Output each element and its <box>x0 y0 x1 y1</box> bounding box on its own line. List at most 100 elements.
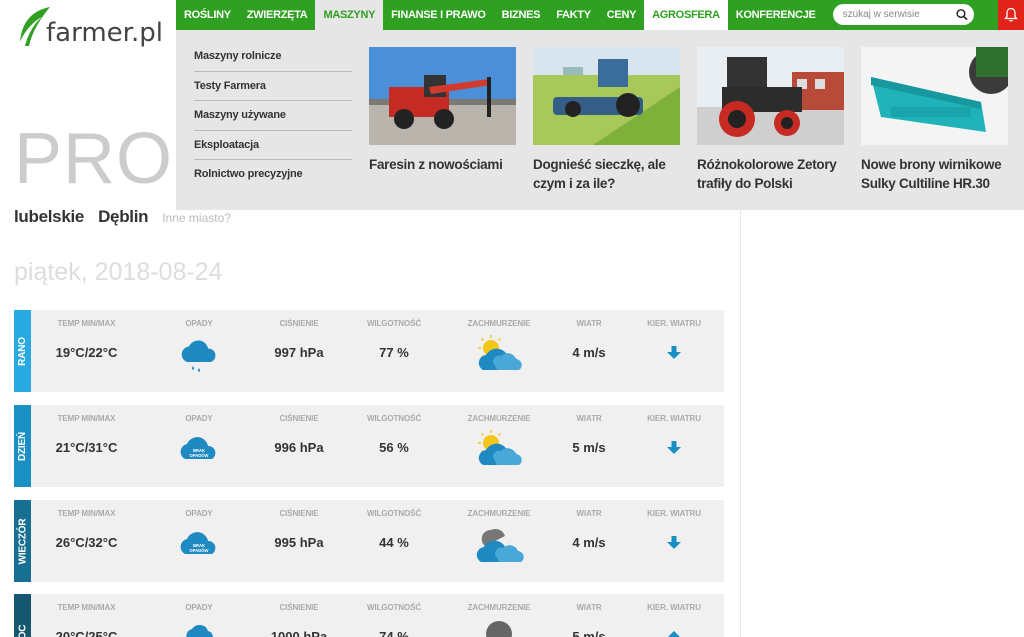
time-of-day-label: WIECZÓR <box>14 500 31 582</box>
nav-maszyny[interactable]: MASZYNY <box>315 0 384 30</box>
article-image-telehandler[interactable] <box>369 47 516 145</box>
column-rain: OPADY <box>154 594 244 637</box>
region-link[interactable]: lubelskie <box>14 207 84 227</box>
column-clouds: ZACHMURZENIE <box>454 594 544 637</box>
article-title[interactable]: Dognieść sieczkę, ale czym i za ile? <box>533 155 680 193</box>
nav-biznes[interactable]: BIZNES <box>494 0 549 30</box>
wind-dir-icon-wrap <box>639 346 709 360</box>
location-bar: lubelskie Dęblin Inne miasto? <box>14 207 231 227</box>
submenu-maszyny-rolnicze[interactable]: Maszyny rolnicze <box>194 42 352 72</box>
column-header: ZACHMURZENIE <box>467 603 531 612</box>
time-of-day-text: WIECZÓR <box>17 518 29 564</box>
value-humidity: 74 % <box>379 629 409 637</box>
column-header: ZACHMURZENIE <box>467 509 531 518</box>
cloud-icon-wrap <box>454 429 544 469</box>
column-header: WILGOTNOŚĆ <box>366 414 422 423</box>
column-rain: OPADY BRAK OPADÓW <box>154 405 244 487</box>
column-header: ZACHMURZENIE <box>467 414 531 423</box>
column-pressure: CIŚNIENIE 997 hPa <box>259 310 339 392</box>
column-header: CIŚNIENIE <box>279 509 319 518</box>
article-card[interactable]: Faresin z nowościami <box>369 47 516 193</box>
sidebar-divider <box>740 210 741 637</box>
article-card[interactable]: Dognieść sieczkę, ale czym i za ile? <box>533 47 680 193</box>
submenu-rolnictwo-precyzyjne[interactable]: Rolnictwo precyzyjne <box>194 160 352 190</box>
main-navigation: ROŚLINY ZWIERZĘTA MASZYNY FINANSE I PRAW… <box>176 0 1024 30</box>
nav-konferencje[interactable]: KONFERENCJE <box>728 0 824 30</box>
no-rain-cloud-icon: BRAKOPADÓW <box>180 437 216 459</box>
article-title[interactable]: Faresin z nowościami <box>369 155 516 174</box>
value-wind: 5 m/s <box>572 629 606 637</box>
wind-direction-arrow-icon <box>667 441 681 454</box>
column-humidity: WILGOTNOŚĆ 44 % <box>354 500 434 582</box>
value-humidity: 77 % <box>379 345 409 360</box>
article-image-harrow[interactable] <box>861 47 1008 145</box>
article-title[interactable]: Nowe brony wirnikowe Sulky Cultiline HR.… <box>861 155 1008 193</box>
article-title[interactable]: Różnokolorowe Zetory trafiły do Polski <box>697 155 844 193</box>
rain-icon-wrap: BRAK OPADÓW <box>154 528 244 558</box>
search-input[interactable] <box>842 9 956 20</box>
rain-cloud-icon <box>181 340 216 372</box>
search-box <box>832 4 974 25</box>
nav-agrosfera[interactable]: AGROSFERA <box>644 0 728 30</box>
submenu: Maszyny rolnicze Testy Farmera Maszyny u… <box>194 42 352 190</box>
night-cloud-icon <box>486 621 512 637</box>
submenu-eksploatacja[interactable]: Eksploatacja <box>194 131 352 160</box>
column-header: OPADY <box>185 414 213 423</box>
article-image-zetor[interactable] <box>697 47 844 145</box>
article-card[interactable]: Nowe brony wirnikowe Sulky Cultiline HR.… <box>861 47 1008 193</box>
article-image-roller[interactable] <box>533 47 680 145</box>
time-of-day-label: NOC <box>14 594 31 637</box>
submenu-maszyny-uzywane[interactable]: Maszyny używane <box>194 101 352 131</box>
column-clouds: ZACHMURZENIE <box>454 500 544 582</box>
value-wind: 4 m/s <box>572 345 606 360</box>
column-header: WILGOTNOŚĆ <box>366 509 422 518</box>
value-pressure: 996 hPa <box>274 440 324 455</box>
wind-direction-arrow-icon <box>668 631 680 637</box>
farmer-logo[interactable]: farmer.pl <box>16 4 166 50</box>
column-pressure: CIŚNIENIE 1000 hPa <box>259 594 339 637</box>
column-header: KIER. WIATRU <box>647 509 701 518</box>
column-temp: TEMP MIN/MAX 26°C/32°C <box>44 500 129 582</box>
nav-rosliny[interactable]: ROŚLINY <box>176 0 239 30</box>
rain-icon-wrap <box>154 622 244 637</box>
search-icon[interactable] <box>956 8 968 21</box>
cloud-icon-wrap <box>454 618 544 637</box>
nav-zwierzeta[interactable]: ZWIERZĘTA <box>239 0 316 30</box>
wind-direction-arrow-icon <box>667 346 681 359</box>
column-header: KIER. WIATRU <box>647 414 701 423</box>
nav-ceny[interactable]: CENY <box>599 0 644 30</box>
column-header: CIŚNIENIE <box>279 319 319 328</box>
value-pressure: 995 hPa <box>274 535 324 550</box>
value-wind: 4 m/s <box>572 535 606 550</box>
column-pressure: CIŚNIENIE 996 hPa <box>259 405 339 487</box>
cloud-icon <box>186 625 213 637</box>
column-header: OPADY <box>185 603 213 612</box>
submenu-testy-farmera[interactable]: Testy Farmera <box>194 72 352 101</box>
nav-fakty[interactable]: FAKTY <box>548 0 599 30</box>
weather-row: WIECZÓR TEMP MIN/MAX 26°C/32°C OPADY BRAK OPA… <box>14 500 724 582</box>
cloud-icon-wrap <box>454 524 544 564</box>
wind-direction-arrow-icon <box>667 536 681 549</box>
column-wind-dir: KIER. WIATRU <box>639 310 709 392</box>
column-header: OPADY <box>185 319 213 328</box>
column-clouds: ZACHMURZENIE <box>454 405 544 487</box>
notifications-button[interactable] <box>998 0 1024 30</box>
sun-cloud-icon <box>478 335 522 370</box>
column-wind-dir: KIER. WIATRU <box>639 405 709 487</box>
nav-finanse-i-prawo[interactable]: FINANSE I PRAWO <box>383 0 494 30</box>
column-rain: OPADY BRAK OPADÓW <box>154 500 244 582</box>
column-humidity: WILGOTNOŚĆ 56 % <box>354 405 434 487</box>
column-header: WIATR <box>576 414 602 423</box>
maszyny-dropdown: Maszyny rolnicze Testy Farmera Maszyny u… <box>176 30 1024 210</box>
no-rain-cloud-icon: BRAKOPADÓW <box>180 532 216 554</box>
svg-text:OPADÓW: OPADÓW <box>190 453 209 458</box>
city-link[interactable]: Dęblin <box>98 207 148 227</box>
value-pressure: 1000 hPa <box>270 629 328 637</box>
column-humidity: WILGOTNOŚĆ 74 % <box>354 594 434 637</box>
other-city-link[interactable]: Inne miasto? <box>162 211 231 225</box>
column-header: OPADY <box>185 509 213 518</box>
column-header: CIŚNIENIE <box>279 603 319 612</box>
column-header: ZACHMURZENIE <box>467 319 531 328</box>
article-card[interactable]: Różnokolorowe Zetory trafiły do Polski <box>697 47 844 193</box>
rain-icon-wrap <box>154 338 244 374</box>
